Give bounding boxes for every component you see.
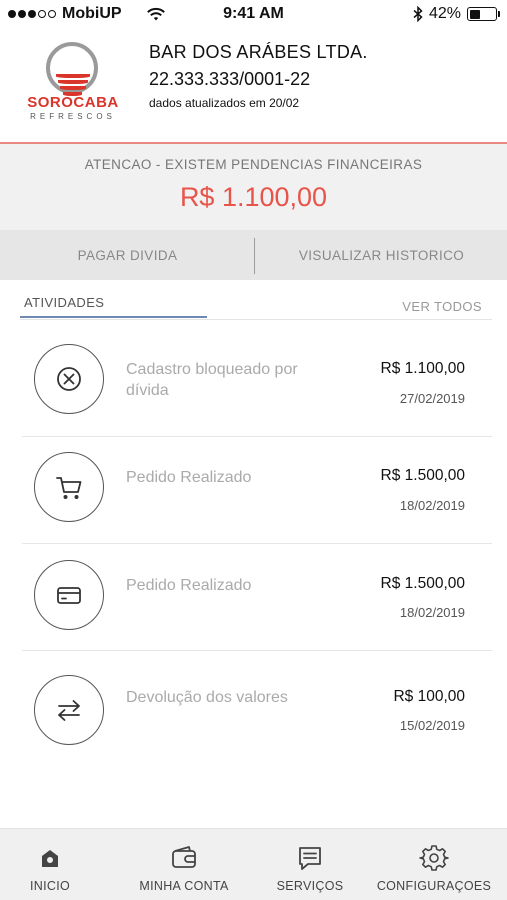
battery-percent: 42%: [428, 5, 461, 22]
company-name: BAR DOS ARÁBES LTDA.: [149, 42, 368, 62]
list-item[interactable]: Devolução dos valores R$ 100,00 15/02/20…: [0, 651, 507, 757]
alert-title: ATENCAO - EXISTEM PENDENCIAS FINANCEIRAS: [84, 157, 423, 172]
battery-fill: [469, 9, 480, 19]
wallet-icon: [172, 846, 196, 868]
tab-active-indicator: [20, 316, 207, 318]
activity-description: Pedido Realizado: [126, 577, 252, 594]
activity-description: Pedido Realizado: [126, 469, 252, 486]
battery-icon: [467, 7, 500, 21]
see-all-link[interactable]: VER TODOS: [402, 299, 482, 314]
alert-amount: R$ 1.100,00: [179, 182, 328, 212]
company-header: SOROCABA REFRESCOS BAR DOS ARÁBES LTDA. …: [0, 30, 507, 142]
logo-name: SOROCABA: [27, 94, 119, 111]
view-history-button[interactable]: VISUALIZAR HISTORICO: [256, 230, 507, 280]
cart-icon: [34, 452, 104, 522]
status-bar: MobiUP 9:41 AM 42%: [0, 0, 507, 30]
nav-label: SERVIÇOS: [276, 879, 344, 893]
transfer-icon: [34, 675, 104, 745]
close-circle-icon: [34, 344, 104, 414]
list-item[interactable]: Cadastro bloqueado por dívida R$ 1.100,0…: [0, 330, 507, 436]
nav-home[interactable]: INICIO: [4, 829, 96, 900]
card-icon: [34, 560, 104, 630]
activity-value: R$ 1.500,00: [380, 467, 465, 484]
nav-label: CONFIGURAÇOES: [376, 879, 492, 893]
tab-activities[interactable]: ATIVIDADES: [24, 295, 104, 310]
nav-label: MINHA CONTA: [139, 879, 229, 893]
activity-date: 15/02/2019: [399, 718, 465, 733]
activity-value: R$ 1.100,00: [380, 360, 465, 377]
nav-label: INICIO: [30, 879, 70, 893]
activity-value: R$ 1.500,00: [380, 575, 465, 592]
bluetooth-icon: [413, 6, 423, 22]
home-icon: [42, 850, 58, 867]
list-item[interactable]: Pedido Realizado R$ 1.500,00 18/02/2019: [0, 437, 507, 543]
action-divider: [254, 238, 255, 274]
gear-icon: [419, 845, 449, 871]
list-item[interactable]: Pedido Realizado R$ 1.500,00 18/02/2019: [0, 544, 507, 650]
activity-date: 18/02/2019: [399, 498, 465, 513]
bottom-navigation: INICIO MINHA CONTA SERVIÇOS CONFIGURAÇOE…: [0, 828, 507, 900]
nav-my-account[interactable]: MINHA CONTA: [130, 829, 238, 900]
nav-services[interactable]: SERVIÇOS: [262, 829, 358, 900]
logo-subtitle: REFRESCOS: [30, 112, 116, 121]
chat-icon: [299, 847, 321, 870]
status-right: 42%: [413, 5, 500, 23]
activity-description: Devolução dos valores: [126, 689, 288, 706]
company-logo: SOROCABA REFRESCOS: [22, 42, 124, 122]
debt-alert: ATENCAO - EXISTEM PENDENCIAS FINANCEIRAS…: [0, 144, 507, 230]
action-bar: PAGAR DIVIDA VISUALIZAR HISTORICO: [0, 230, 507, 280]
company-cnpj: 22.333.333/0001-22: [149, 69, 311, 89]
pay-debt-button[interactable]: PAGAR DIVIDA: [0, 230, 255, 280]
nav-settings[interactable]: CONFIGURAÇOES: [372, 829, 496, 900]
data-updated-text: dados atualizados em 20/02: [149, 96, 300, 110]
activity-description: Cadastro bloqueado por dívida: [126, 361, 298, 399]
activity-date: 18/02/2019: [399, 605, 465, 620]
activity-value: R$ 100,00: [393, 688, 465, 705]
activity-date: 27/02/2019: [399, 391, 465, 406]
activities-tabs: ATIVIDADES VER TODOS: [20, 292, 492, 320]
